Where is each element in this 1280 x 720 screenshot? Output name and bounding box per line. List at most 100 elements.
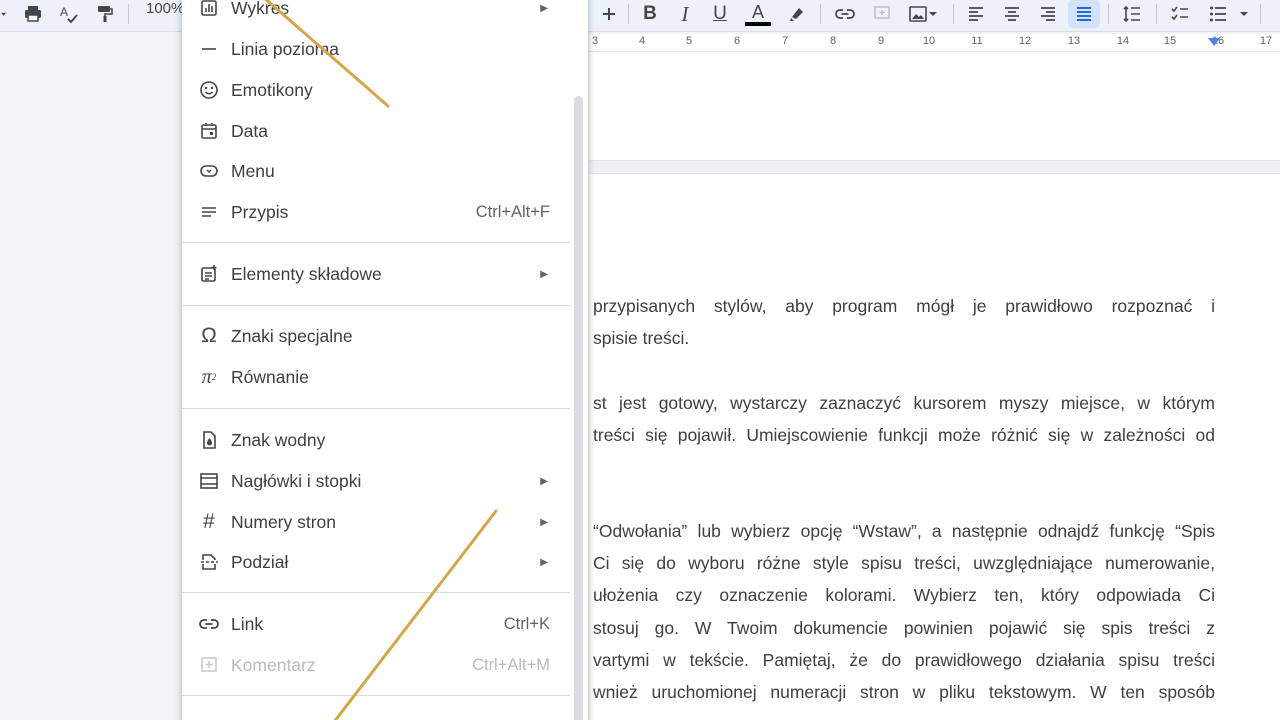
ruler-number: 7 (781, 35, 789, 47)
submenu-arrow-icon: ▶ (540, 556, 548, 568)
ruler-number: 11 (971, 35, 983, 47)
menu-item-label: Równanie (231, 366, 309, 387)
ruler[interactable]: 3 4 5 6 7 8 9 10 11 12 13 14 15 16 17 (590, 34, 1280, 52)
page-previous (590, 52, 1280, 160)
link-icon[interactable] (831, 0, 859, 28)
menu-item-headers-footers[interactable]: Nagłówki i stopki ▶ (182, 461, 570, 501)
toolbar-divider (1260, 4, 1261, 24)
doc-line: ułożenia czy oznaczenie kolorami. Wybier… (593, 585, 1215, 605)
chart-icon (198, 0, 220, 19)
submenu-arrow-icon: ▶ (540, 2, 548, 14)
dropdown-chip-icon (198, 160, 220, 182)
page-break-gap (590, 160, 1280, 174)
right-indent-marker[interactable] (1208, 38, 1220, 46)
align-right-icon[interactable] (1035, 0, 1061, 28)
ruler-number: 8 (829, 35, 837, 47)
submenu-arrow-icon: ▶ (540, 475, 548, 487)
zoom-select[interactable]: 100% (146, 0, 184, 20)
menu-item-label: Znaki specjalne (231, 325, 353, 346)
menu-item-partial[interactable] (182, 706, 570, 720)
ruler-number: 17 (1259, 35, 1273, 47)
bulleted-list-icon[interactable] (1204, 0, 1232, 28)
menu-item-label: Wykres (231, 0, 290, 18)
ruler-number: 9 (877, 35, 885, 47)
toolbar-divider (1108, 4, 1109, 24)
doc-line: spisie treści. (593, 328, 690, 348)
bookmark-icon (198, 715, 220, 720)
toolbar-divider (953, 4, 954, 24)
submenu-arrow-icon: ▶ (540, 268, 548, 280)
doc-line: “Odwołania” lub wybierz opcję “Wstaw”, a… (593, 521, 1215, 541)
underline-icon[interactable]: U (708, 0, 732, 28)
print-icon[interactable] (20, 0, 46, 28)
page-break-icon (198, 551, 220, 573)
ruler-number: 6 (733, 35, 741, 47)
menu-item-link[interactable]: Link Ctrl+K (182, 604, 570, 644)
menu-item-chart[interactable]: Wykres ▶ (182, 0, 570, 28)
menu-item-shortcut: Ctrl+Alt+F (475, 202, 550, 221)
ruler-number: 4 (638, 35, 646, 47)
ruler-number: 15 (1163, 35, 1177, 47)
menu-item-horizontal-line[interactable]: Linia pozioma (182, 29, 570, 69)
spellcheck-icon[interactable]: A (56, 0, 82, 28)
undo-partial-icon[interactable] (0, 0, 12, 28)
checklist-icon[interactable] (1166, 0, 1194, 28)
comment-icon[interactable] (869, 0, 895, 28)
paint-format-icon[interactable] (92, 0, 118, 28)
toolbar-divider (628, 4, 629, 24)
menu-separator (182, 592, 570, 593)
submenu-arrow-icon: ▶ (540, 516, 548, 528)
bold-icon[interactable]: B (638, 0, 662, 28)
menu-item-shortcut: Ctrl+K (503, 614, 550, 633)
menu-item-equation[interactable]: π2 Równanie (182, 357, 570, 397)
text-color-icon[interactable]: A (744, 0, 772, 28)
toolbar-divider (820, 4, 821, 24)
doc-line: vartymi w tekście. Pamiętaj, że do prawi… (593, 650, 1215, 670)
justify-icon[interactable] (1068, 0, 1100, 28)
menu-item-label: Data (231, 120, 268, 141)
menu-item-label: Emotikony (231, 79, 313, 100)
ruler-number: 5 (685, 35, 693, 47)
menu-item-label: Link (231, 613, 264, 634)
list-options-chevron-icon[interactable] (1236, 0, 1252, 28)
footnote-icon (198, 201, 220, 223)
menu-item-label: Numery stron (231, 511, 337, 532)
increase-font-icon[interactable] (596, 0, 622, 28)
add-comment-icon (198, 654, 220, 676)
menu-scrollbar[interactable] (574, 96, 583, 720)
menu-item-date[interactable]: Data (182, 111, 570, 151)
horizontal-line-icon (198, 38, 220, 60)
toolbar-divider (128, 4, 129, 24)
italic-icon[interactable]: I (673, 0, 697, 28)
emoji-icon (198, 79, 220, 101)
header-footer-icon (198, 470, 220, 492)
text-color-swatch (745, 21, 771, 26)
calendar-icon (198, 120, 220, 142)
menu-item-label: Linia pozioma (231, 38, 339, 59)
menu-item-break[interactable]: Podział ▶ (182, 542, 570, 582)
menu-item-footnote[interactable]: Przypis Ctrl+Alt+F (182, 192, 570, 232)
align-left-icon[interactable] (963, 0, 989, 28)
line-spacing-icon[interactable] (1118, 0, 1146, 28)
menu-item-special-characters[interactable]: Ω Znaki specjalne (182, 316, 570, 356)
doc-line: przypisanych stylów, aby program mógł je… (593, 296, 1215, 316)
ruler-number: 14 (1116, 35, 1130, 47)
menu-item-dropdown[interactable]: Menu (182, 151, 570, 191)
menu-separator (182, 408, 570, 409)
ruler-number: 10 (922, 35, 936, 47)
menu-item-shortcut: Ctrl+Alt+M (472, 655, 550, 674)
align-center-icon[interactable] (999, 0, 1025, 28)
image-icon[interactable] (903, 0, 943, 28)
ruler-number: 3 (591, 35, 599, 47)
hash-icon: # (203, 510, 215, 533)
menu-item-page-numbers[interactable]: # Numery stron ▶ (182, 502, 570, 542)
app-root: A 100% B I U A 3 4 5 6 7 8 9 10 11 12 13… (0, 0, 1280, 720)
watermark-icon (198, 429, 220, 451)
menu-item-label: Znak wodny (231, 429, 326, 450)
menu-item-building-blocks[interactable]: Elementy składowe ▶ (182, 254, 570, 294)
doc-line: st jest gotowy, wystarczy zaznaczyć kurs… (593, 393, 1215, 413)
highlight-icon[interactable] (784, 0, 810, 28)
menu-item-emoji[interactable]: Emotikony (182, 70, 570, 110)
menu-separator (182, 695, 570, 696)
menu-item-watermark[interactable]: Znak wodny (182, 420, 570, 460)
